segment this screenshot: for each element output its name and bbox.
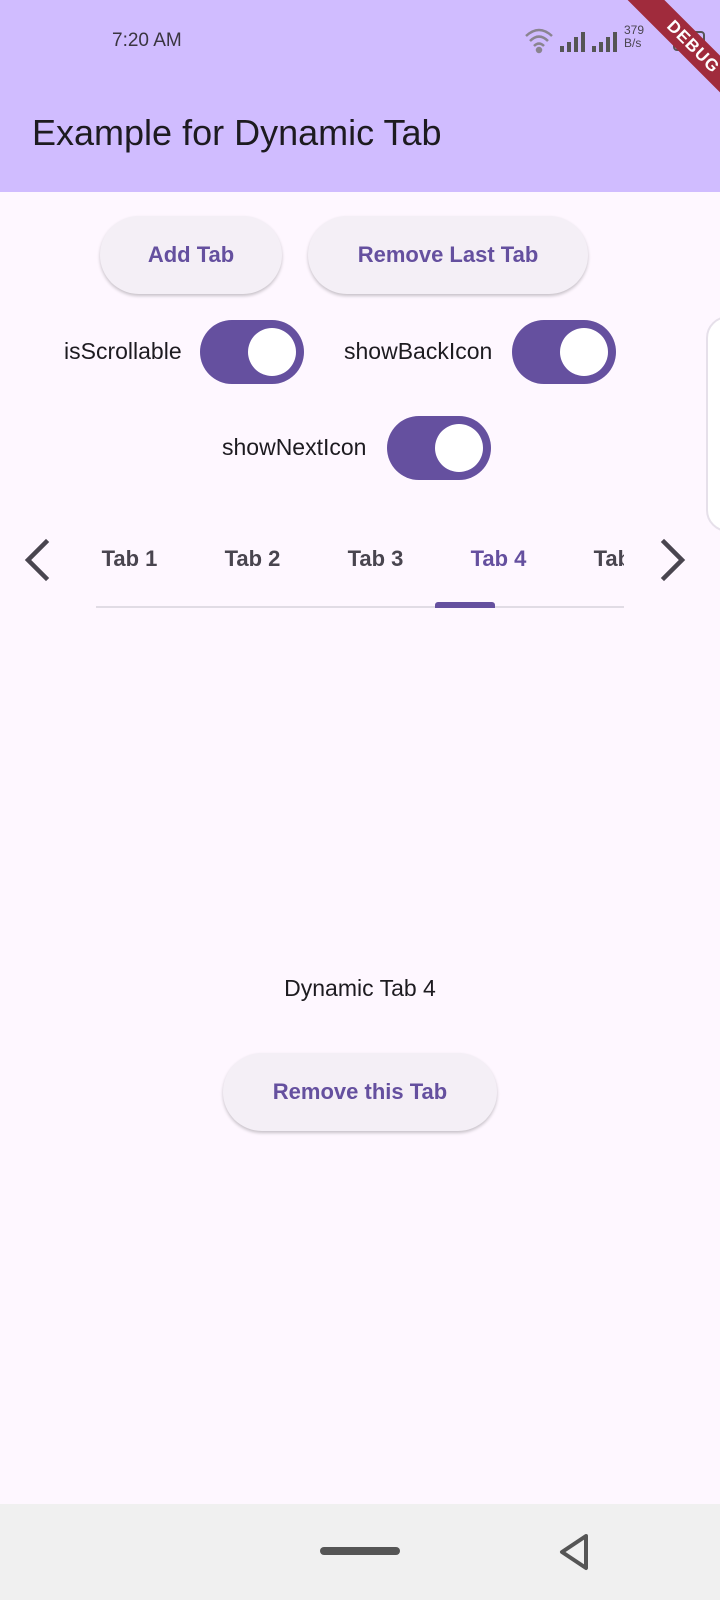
side-card	[706, 316, 720, 532]
tab-3[interactable]: Tab 3	[314, 520, 437, 598]
add-tab-button[interactable]: Add Tab	[100, 216, 282, 294]
chevron-right-icon[interactable]	[652, 536, 692, 584]
switch-knob	[248, 328, 296, 376]
tab-5[interactable]: Tab 5	[560, 520, 624, 598]
remove-last-tab-button[interactable]: Remove Last Tab	[308, 216, 588, 294]
status-time: 7:20 AM	[112, 30, 182, 51]
tab-1[interactable]: Tab 1	[96, 520, 191, 598]
switch-knob	[560, 328, 608, 376]
show-next-icon-switch[interactable]	[387, 416, 491, 480]
show-back-icon-label: showBackIcon	[344, 338, 493, 364]
is-scrollable-label: isScrollable	[64, 338, 182, 364]
page-title: Example for Dynamic Tab	[32, 112, 442, 153]
debug-banner: DEBUG	[600, 0, 720, 120]
remove-this-tab-button[interactable]: Remove this Tab	[223, 1053, 497, 1131]
switch-knob	[435, 424, 483, 472]
tab-2[interactable]: Tab 2	[191, 520, 314, 598]
is-scrollable-switch[interactable]	[200, 320, 304, 384]
back-triangle-icon[interactable]	[556, 1532, 592, 1572]
tab-divider	[96, 606, 624, 608]
show-back-icon-switch[interactable]	[512, 320, 616, 384]
tab-4[interactable]: Tab 4	[437, 520, 560, 598]
signal-icon	[560, 32, 585, 52]
home-pill-icon[interactable]	[320, 1547, 400, 1555]
tab-strip: Tab 1 Tab 2 Tab 3 Tab 4 Tab 5	[96, 520, 624, 610]
show-next-icon-label: showNextIcon	[222, 434, 367, 460]
chevron-left-icon[interactable]	[18, 536, 58, 584]
tab-content-text: Dynamic Tab 4	[284, 975, 436, 1001]
wifi-icon	[525, 28, 553, 54]
tab-indicator	[435, 602, 495, 608]
debug-banner-label: DEBUG	[623, 0, 720, 117]
tab-bar: Tab 1 Tab 2 Tab 3 Tab 4 Tab 5	[96, 520, 624, 610]
